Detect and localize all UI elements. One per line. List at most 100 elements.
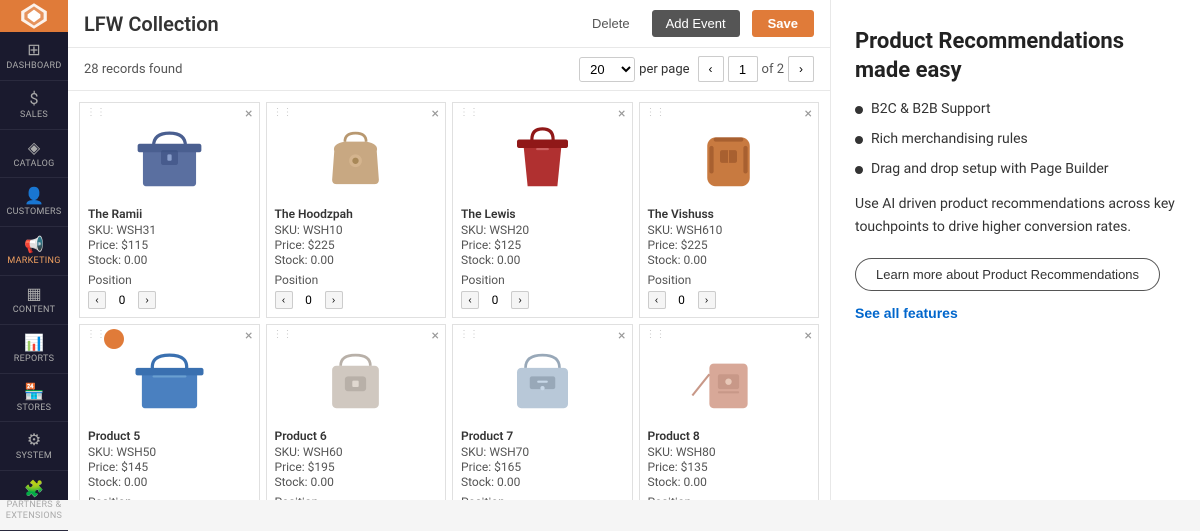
sidebar: ⊞ Dashboard $ Sales ◈ Catalog 👤 Customer…	[0, 0, 68, 500]
add-event-button[interactable]: Add Event	[652, 10, 740, 37]
product-price: Price: $195	[275, 460, 438, 474]
position-decrement-button[interactable]: ‹	[461, 291, 479, 309]
sidebar-item-label: Customers	[6, 207, 61, 218]
see-all-features-button[interactable]: See all features	[855, 305, 958, 321]
product-stock: Stock: 0.00	[88, 475, 251, 489]
position-decrement-button[interactable]: ‹	[88, 291, 106, 309]
sidebar-item-partners[interactable]: 🧩 Partners & Extensions	[0, 471, 68, 531]
sidebar-item-system[interactable]: ⚙ System	[0, 422, 68, 471]
delete-button[interactable]: Delete	[582, 10, 640, 37]
card-close-button[interactable]: ×	[245, 107, 252, 121]
feature-text: Rich merchandising rules	[871, 131, 1028, 147]
position-control: ‹ 0 ›	[88, 291, 251, 309]
sidebar-item-label: System	[16, 451, 52, 462]
product-sku: SKU: WSH31	[88, 223, 251, 237]
page-title: LFW Collection	[84, 12, 570, 36]
page-number-input[interactable]	[728, 56, 758, 82]
sidebar-item-catalog[interactable]: ◈ Catalog	[0, 130, 68, 179]
drag-handle[interactable]: ⋮⋮	[646, 107, 666, 118]
sidebar-item-sales[interactable]: $ Sales	[0, 81, 68, 130]
product-image	[88, 111, 251, 201]
bullet-icon	[855, 136, 863, 144]
position-label: Position	[648, 495, 811, 500]
promo-feature-item: Drag and drop setup with Page Builder	[855, 161, 1176, 177]
product-sku: SKU: WSH20	[461, 223, 624, 237]
catalog-icon: ◈	[28, 138, 40, 157]
customers-icon: 👤	[24, 186, 44, 205]
sidebar-item-reports[interactable]: 📊 Reports	[0, 325, 68, 374]
position-increment-button[interactable]: ›	[325, 291, 343, 309]
learn-more-button[interactable]: Learn more about Product Recommendations	[855, 258, 1160, 291]
toolbar: 28 records found 20 50 100 per page ‹ of…	[68, 48, 830, 91]
position-increment-button[interactable]: ›	[698, 291, 716, 309]
sidebar-item-customers[interactable]: 👤 Customers	[0, 178, 68, 227]
promo-feature-item: Rich merchandising rules	[855, 131, 1176, 147]
product-card: ⋮⋮ × Product 8 SKU: WSH80 Price: $135 St…	[639, 324, 820, 500]
card-close-button[interactable]: ×	[432, 329, 439, 343]
position-decrement-button[interactable]: ‹	[275, 291, 293, 309]
sidebar-item-content[interactable]: ▦ Content	[0, 276, 68, 325]
per-page-select[interactable]: 20 50 100	[579, 57, 635, 82]
product-image	[461, 111, 624, 201]
drag-handle[interactable]: ⋮⋮	[86, 107, 106, 118]
product-sku: SKU: WSH10	[275, 223, 438, 237]
product-name: Product 6	[275, 429, 438, 443]
position-label: Position	[275, 273, 438, 287]
product-card: ⋮⋮ × Product 6 SKU: WSH60 Price: $195 St…	[266, 324, 447, 500]
position-control: ‹ 0 ›	[648, 291, 811, 309]
sidebar-item-dashboard[interactable]: ⊞ Dashboard	[0, 32, 68, 81]
product-name: The Hoodzpah	[275, 207, 438, 221]
product-card: ⋮⋮ × Product 5 SKU: WSH50 Price: $145 St…	[79, 324, 260, 500]
sidebar-item-label: Stores	[17, 403, 52, 414]
product-card: ⋮⋮ × The Ramii SKU: WSH31 Price: $115 St…	[79, 102, 260, 318]
marketing-icon: 📢	[24, 235, 44, 254]
prev-page-button[interactable]: ‹	[698, 56, 724, 82]
sidebar-logo	[0, 0, 68, 32]
records-found: 28 records found	[84, 62, 571, 77]
pagination: ‹ of 2 ›	[698, 56, 814, 82]
product-stock: Stock: 0.00	[275, 253, 438, 267]
stores-icon: 🏪	[24, 382, 44, 401]
card-close-button[interactable]: ×	[245, 329, 252, 343]
card-close-button[interactable]: ×	[618, 107, 625, 121]
drag-handle[interactable]: ⋮⋮	[273, 329, 293, 340]
drag-handle[interactable]: ⋮⋮	[86, 329, 106, 340]
product-name: Product 5	[88, 429, 251, 443]
sidebar-item-label: Partners & Extensions	[4, 500, 64, 522]
drag-handle[interactable]: ⋮⋮	[646, 329, 666, 340]
save-button[interactable]: Save	[752, 10, 814, 37]
drag-handle[interactable]: ⋮⋮	[459, 329, 479, 340]
product-image	[461, 333, 624, 423]
position-control: ‹ 0 ›	[461, 291, 624, 309]
product-grid: ⋮⋮ × The Ramii SKU: WSH31 Price: $115 St…	[68, 91, 830, 500]
drag-handle[interactable]: ⋮⋮	[273, 107, 293, 118]
sidebar-item-marketing[interactable]: 📢 Marketing	[0, 227, 68, 276]
product-card: ⋮⋮ × Product 7 SKU: WSH70 Price: $165 St…	[452, 324, 633, 500]
product-sku: SKU: WSH80	[648, 445, 811, 459]
main-content: LFW Collection Delete Add Event Save 28 …	[68, 0, 830, 500]
sidebar-item-stores[interactable]: 🏪 Stores	[0, 374, 68, 423]
position-value: 0	[110, 293, 134, 307]
position-increment-button[interactable]: ›	[511, 291, 529, 309]
position-decrement-button[interactable]: ‹	[648, 291, 666, 309]
feature-text: Drag and drop setup with Page Builder	[871, 161, 1109, 177]
card-close-button[interactable]: ×	[432, 107, 439, 121]
card-close-button[interactable]: ×	[618, 329, 625, 343]
card-close-button[interactable]: ×	[805, 107, 812, 121]
sidebar-item-label: Catalog	[13, 159, 54, 170]
drag-handle[interactable]: ⋮⋮	[459, 107, 479, 118]
product-card: ⋮⋮ × The Lewis SKU: WSH20 Price: $125 St…	[452, 102, 633, 318]
product-name: The Ramii	[88, 207, 251, 221]
product-card: ⋮⋮ × The Vishuss SKU: WSH610 Price: $225…	[639, 102, 820, 318]
product-stock: Stock: 0.00	[461, 475, 624, 489]
per-page-control: 20 50 100 per page	[579, 57, 689, 82]
bullet-icon	[855, 106, 863, 114]
position-increment-button[interactable]: ›	[138, 291, 156, 309]
product-image	[648, 111, 811, 201]
promo-feature-item: B2C & B2B Support	[855, 101, 1176, 117]
product-name: The Vishuss	[648, 207, 811, 221]
sidebar-item-label: Dashboard	[6, 61, 61, 72]
card-close-button[interactable]: ×	[805, 329, 812, 343]
promo-features-list: B2C & B2B Support Rich merchandising rule…	[855, 101, 1176, 177]
next-page-button[interactable]: ›	[788, 56, 814, 82]
